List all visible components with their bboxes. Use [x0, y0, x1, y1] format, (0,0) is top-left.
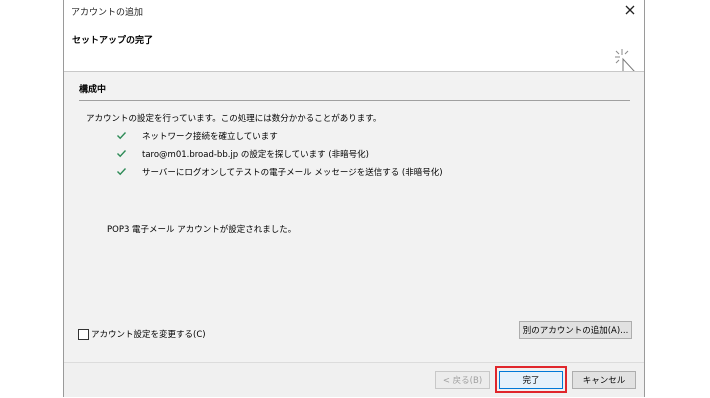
checkmark-icon: [117, 150, 127, 158]
dialog-header: セットアップの完了: [64, 22, 644, 81]
checkbox-box[interactable]: [78, 329, 89, 340]
step-text: ネットワーク接続を確立しています: [142, 132, 278, 142]
checkmark-icon: [117, 168, 127, 176]
finish-highlight-frame: [495, 366, 567, 393]
section-divider: [79, 100, 630, 101]
window-title: アカウントの追加: [71, 8, 144, 18]
checkmark-icon: [117, 132, 127, 140]
description-text: アカウントの設定を行っています。この処理には数分かかることがあります。: [86, 114, 382, 124]
cancel-button[interactable]: キャンセル: [572, 371, 636, 389]
close-icon[interactable]: [622, 2, 638, 18]
step-text: taro@m01.broad-bb.jp の設定を探しています (非暗号化): [142, 150, 369, 160]
title-bar: アカウントの追加: [64, 0, 644, 22]
section-title: 構成中: [79, 85, 107, 95]
add-account-dialog: アカウントの追加 セットアップの完了 構成中 アカウントの設定を行っています。こ…: [63, 0, 645, 397]
result-message: POP3 電子メール アカウントが設定されました。: [107, 225, 297, 235]
back-button[interactable]: < 戻る(B): [435, 371, 490, 389]
content-area: 構成中 アカウントの設定を行っています。この処理には数分かかることがあります。 …: [64, 72, 644, 362]
add-another-account-button[interactable]: 別のアカウントの追加(A)...: [519, 321, 632, 339]
page-title: セットアップの完了: [72, 36, 154, 46]
step-text: サーバーにログオンしてテストの電子メール メッセージを送信する (非暗号化): [142, 168, 443, 178]
checkbox-label[interactable]: アカウント設定を変更する(C): [91, 328, 206, 340]
